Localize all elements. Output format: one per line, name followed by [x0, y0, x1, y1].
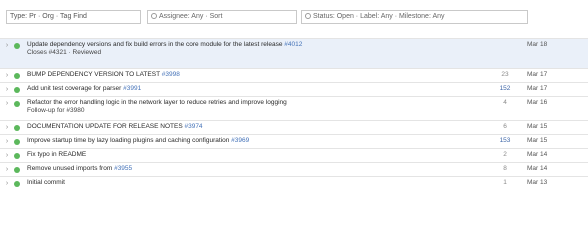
status-filter-input[interactable]: Status: Open · Label: Any · Milestone: A… — [301, 10, 528, 24]
chevron-right-icon[interactable]: › — [0, 71, 14, 80]
chevron-right-icon[interactable]: › — [0, 99, 14, 108]
pr-number-link[interactable]: #3969 — [231, 137, 249, 144]
pr-number-link[interactable]: #3998 — [162, 71, 180, 78]
item-title-text: Initial commit — [27, 179, 65, 186]
item-title[interactable]: Update dependency versions and fix build… — [27, 41, 483, 57]
item-title[interactable]: Refactor the error handling logic in the… — [27, 99, 483, 115]
pr-number-link[interactable]: #4012 — [284, 41, 302, 48]
status-filter-value: Status: Open · Label: Any · Milestone: A… — [313, 13, 445, 20]
list-item[interactable]: › Initial commit 1 Mar 13 — [0, 176, 588, 190]
list-item[interactable]: › Remove unused imports from #3955 8 Mar 14 — [0, 162, 588, 176]
search-input-value: Type: Pr · Org · Tag Find — [10, 13, 87, 20]
pr-number-link[interactable]: #3974 — [184, 123, 202, 130]
open-status-dot-icon — [14, 73, 20, 79]
item-title[interactable]: Add unit test coverage for parser #3991 — [27, 85, 483, 93]
updated-date: Mar 17 — [527, 85, 548, 92]
item-title[interactable]: Initial commit — [27, 179, 483, 187]
open-status-dot-icon — [14, 101, 20, 107]
updated-date: Mar 13 — [527, 179, 548, 186]
item-title-text: BUMP DEPENDENCY VERSION TO LATEST — [27, 71, 160, 78]
list-item[interactable]: › Update dependency versions and fix buil… — [0, 38, 588, 68]
item-title[interactable]: DOCUMENTATION UPDATE FOR RELEASE NOTES #… — [27, 123, 483, 131]
list-item[interactable]: › Fix typo in README 2 Mar 14 — [0, 148, 588, 162]
comment-count: 1 — [503, 179, 507, 186]
list-item[interactable]: › Refactor the error handling logic in th… — [0, 96, 588, 120]
assignee-filter-input[interactable]: Assignee: Any · Sort — [147, 10, 297, 24]
updated-date: Mar 16 — [527, 99, 548, 106]
item-title-text: Update dependency versions and fix build… — [27, 41, 283, 48]
list-item[interactable]: › Improve startup time by lazy loading pl… — [0, 134, 588, 148]
comment-count: 152 — [499, 85, 511, 92]
updated-date: Mar 18 — [527, 41, 548, 48]
item-title-text: Add unit test coverage for parser — [27, 85, 122, 92]
chevron-right-icon[interactable]: › — [0, 137, 14, 146]
comment-count: 23 — [501, 71, 509, 78]
updated-date: Mar 15 — [527, 123, 548, 130]
item-title-text: Remove unused imports from — [27, 165, 113, 172]
pr-number-link[interactable]: #3955 — [114, 165, 132, 172]
search-input[interactable]: Type: Pr · Org · Tag Find — [6, 10, 141, 24]
comment-count: 4 — [503, 99, 507, 106]
filter-icon — [151, 13, 157, 20]
comment-count: 8 — [503, 165, 507, 172]
open-status-dot-icon — [14, 153, 20, 159]
item-title-text: Fix typo in README — [27, 151, 87, 158]
item-subtitle: Follow-up for #3980 — [27, 107, 85, 114]
list-item[interactable]: › BUMP DEPENDENCY VERSION TO LATEST #3998… — [0, 68, 588, 82]
item-title[interactable]: Remove unused imports from #3955 — [27, 165, 483, 173]
assignee-filter-value: Assignee: Any · Sort — [159, 13, 223, 20]
item-title-text: Improve startup time by lazy loading plu… — [27, 137, 230, 144]
chevron-right-icon[interactable]: › — [0, 85, 14, 94]
open-status-dot-icon — [14, 43, 20, 49]
item-title[interactable]: BUMP DEPENDENCY VERSION TO LATEST #3998 — [27, 71, 483, 79]
filter-toolbar: Type: Pr · Org · Tag Find Assignee: Any … — [0, 0, 588, 36]
status-filter-icon — [305, 13, 311, 20]
open-status-dot-icon — [14, 167, 20, 173]
item-subtitle: Closes #4321 · Reviewed — [27, 49, 102, 56]
updated-date: Mar 14 — [527, 165, 548, 172]
updated-date: Mar 17 — [527, 71, 548, 78]
open-status-dot-icon — [14, 181, 20, 187]
chevron-right-icon[interactable]: › — [0, 123, 14, 132]
comment-count: 153 — [499, 137, 511, 144]
item-title[interactable]: Fix typo in README — [27, 151, 483, 159]
item-title-text: Refactor the error handling logic in the… — [27, 99, 287, 106]
pull-request-list: › Update dependency versions and fix buil… — [0, 38, 588, 190]
list-item[interactable]: › Add unit test coverage for parser #3991… — [0, 82, 588, 96]
comment-count: 6 — [503, 123, 507, 130]
item-title[interactable]: Improve startup time by lazy loading plu… — [27, 137, 483, 145]
item-title-text: DOCUMENTATION UPDATE FOR RELEASE NOTES — [27, 123, 183, 130]
list-item[interactable]: › DOCUMENTATION UPDATE FOR RELEASE NOTES … — [0, 120, 588, 134]
open-status-dot-icon — [14, 87, 20, 93]
open-status-dot-icon — [14, 139, 20, 145]
updated-date: Mar 14 — [527, 151, 548, 158]
comment-count: 2 — [503, 151, 507, 158]
chevron-right-icon[interactable]: › — [0, 151, 14, 160]
chevron-right-icon[interactable]: › — [0, 165, 14, 174]
pr-number-link[interactable]: #3991 — [123, 85, 141, 92]
updated-date: Mar 15 — [527, 137, 548, 144]
chevron-right-icon[interactable]: › — [0, 179, 14, 188]
chevron-right-icon[interactable]: › — [0, 41, 14, 50]
open-status-dot-icon — [14, 125, 20, 131]
